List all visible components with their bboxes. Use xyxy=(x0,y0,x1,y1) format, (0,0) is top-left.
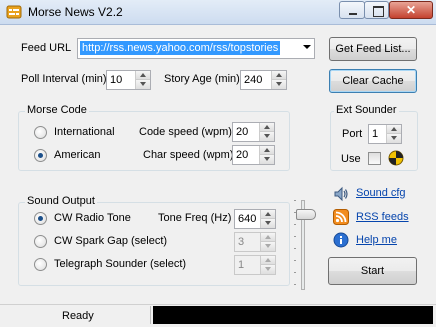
sounder-status-icon xyxy=(388,150,404,166)
speaker-icon xyxy=(334,186,348,202)
spin-down-icon[interactable] xyxy=(259,132,274,141)
american-label: American xyxy=(54,149,101,161)
morse-code-group-title: Morse Code xyxy=(25,104,89,116)
spark-gap-spinner: 3 xyxy=(234,232,276,252)
cw-spark-gap-label: CW Spark Gap (select) xyxy=(54,235,168,247)
chevron-down-icon[interactable] xyxy=(303,45,311,49)
port-label: Port xyxy=(342,128,363,140)
spin-up-icon[interactable] xyxy=(260,210,275,219)
app-icon xyxy=(6,5,22,19)
sounder-value: 1 xyxy=(238,259,245,271)
code-speed-spinner[interactable]: 20 xyxy=(232,122,275,142)
international-radio[interactable] xyxy=(34,126,47,139)
cw-radio-tone-radio[interactable] xyxy=(34,212,47,225)
spin-up-icon[interactable] xyxy=(259,123,274,132)
start-button[interactable]: Start xyxy=(328,257,417,285)
help-me-link[interactable]: Help me xyxy=(356,234,397,246)
telegraph-sounder-radio[interactable] xyxy=(34,258,47,271)
poll-interval-value: 10 xyxy=(110,74,123,86)
spin-up-icon xyxy=(260,233,275,242)
start-label: Start xyxy=(360,265,385,277)
minimize-button[interactable] xyxy=(339,1,365,19)
char-speed-spinner[interactable]: 20 xyxy=(232,145,275,165)
spin-up-icon[interactable] xyxy=(271,71,286,80)
rss-feeds-link[interactable]: RSS feeds xyxy=(356,211,409,223)
tone-freq-spinner[interactable]: 640 xyxy=(234,209,276,229)
cw-spark-gap-radio[interactable] xyxy=(34,235,47,248)
char-speed-value: 20 xyxy=(236,149,249,161)
code-speed-value: 20 xyxy=(236,126,249,138)
maximize-button[interactable] xyxy=(364,1,389,19)
status-display-panel xyxy=(153,306,433,324)
clear-cache-button[interactable]: Clear Cache xyxy=(329,69,417,93)
clear-cache-label: Clear Cache xyxy=(342,75,404,87)
sound-cfg-link[interactable]: Sound cfg xyxy=(356,187,406,199)
poll-interval-spinner[interactable]: 10 xyxy=(106,70,151,90)
story-age-label: Story Age (min) xyxy=(164,73,240,85)
port-value: 1 xyxy=(372,128,379,140)
char-speed-label: Char speed (wpm) xyxy=(143,149,234,161)
status-bar: Ready xyxy=(0,304,436,327)
spin-down-icon[interactable] xyxy=(260,219,275,228)
spin-up-icon xyxy=(260,256,275,265)
title-bar[interactable]: Morse News V2.2 ✕ xyxy=(0,0,436,25)
feed-url-label: Feed URL xyxy=(21,42,72,54)
ext-sounder-group-title: Ext Sounder xyxy=(334,104,399,116)
spin-up-icon[interactable] xyxy=(259,146,274,155)
spin-up-icon[interactable] xyxy=(135,71,150,80)
story-age-spinner[interactable]: 240 xyxy=(240,70,287,90)
spin-down-icon[interactable] xyxy=(135,80,150,89)
spin-down-icon[interactable] xyxy=(271,80,286,89)
spin-down-icon[interactable] xyxy=(259,155,274,164)
story-age-value: 240 xyxy=(244,74,263,86)
cw-radio-tone-label: CW Radio Tone xyxy=(54,212,131,224)
minimize-icon xyxy=(340,2,364,18)
code-speed-label: Code speed (wpm) xyxy=(139,126,232,138)
spark-gap-value: 3 xyxy=(238,236,245,248)
close-icon: ✕ xyxy=(405,3,417,17)
spin-down-icon xyxy=(260,242,275,251)
sounder-spinner: 1 xyxy=(234,255,276,275)
feed-url-value: http://rss.news.yahoo.com/rss/topstories xyxy=(80,41,281,55)
get-feed-list-label: Get Feed List... xyxy=(335,43,411,55)
international-label: International xyxy=(54,126,115,138)
sound-output-group-title: Sound Output xyxy=(25,195,97,207)
feed-url-combo[interactable]: http://rss.news.yahoo.com/rss/topstories xyxy=(77,38,315,59)
spin-down-icon xyxy=(260,265,275,274)
poll-interval-label: Poll Interval (min) xyxy=(21,73,107,85)
use-label: Use xyxy=(341,153,361,165)
close-button[interactable]: ✕ xyxy=(389,1,433,19)
window-title: Morse News V2.2 xyxy=(28,5,123,19)
tone-freq-value: 640 xyxy=(238,213,257,225)
status-separator xyxy=(150,306,151,324)
info-icon xyxy=(333,232,349,248)
maximize-icon xyxy=(365,2,388,18)
telegraph-sounder-label: Telegraph Sounder (select) xyxy=(54,258,187,270)
get-feed-list-button[interactable]: Get Feed List... xyxy=(329,37,417,61)
port-spinner[interactable]: 1 xyxy=(368,124,402,144)
volume-slider-thumb[interactable] xyxy=(296,209,316,220)
spin-down-icon[interactable] xyxy=(386,134,401,143)
status-text: Ready xyxy=(62,310,94,322)
spin-up-icon[interactable] xyxy=(386,125,401,134)
american-radio[interactable] xyxy=(34,149,47,162)
use-checkbox[interactable] xyxy=(368,152,381,165)
rss-icon xyxy=(333,209,349,225)
tone-freq-label: Tone Freq (Hz) xyxy=(158,212,232,224)
